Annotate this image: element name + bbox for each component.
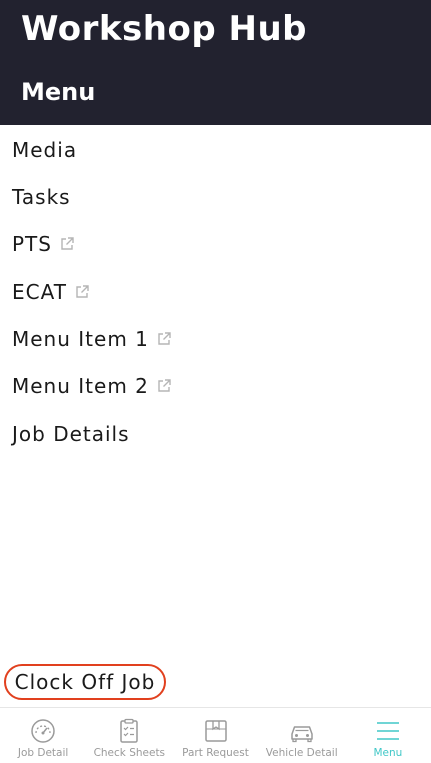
menu-item-label: Tasks <box>12 185 71 209</box>
menu-item-label: Menu Item 2 <box>12 374 149 398</box>
tab-label: Part Request <box>182 747 249 759</box>
external-link-icon <box>61 237 74 250</box>
external-link-icon <box>158 379 171 392</box>
menu-item-job-details[interactable]: Job Details <box>12 417 130 451</box>
tab-label: Check Sheets <box>93 747 166 759</box>
menu-item-tasks[interactable]: Tasks <box>12 180 71 214</box>
tab-label: Vehicle Detail <box>265 747 338 759</box>
menu-item-label: Menu Item 1 <box>12 327 149 351</box>
clipboard-check-icon <box>120 718 139 743</box>
tab-label: Job Detail <box>17 747 69 759</box>
external-link-icon <box>158 332 171 345</box>
tab-label: Menu <box>373 747 403 759</box>
tab-menu[interactable]: Menu <box>345 708 431 763</box>
tab-vehicle-detail[interactable]: Vehicle Detail <box>259 708 345 763</box>
menu-item-pts[interactable]: PTS <box>12 227 75 261</box>
car-icon <box>290 726 313 743</box>
menu-item-ecat[interactable]: ECAT <box>12 275 90 309</box>
menu-item-media[interactable]: Media <box>12 133 77 167</box>
app-header: Workshop Hub Menu <box>0 0 431 125</box>
tab-job-detail[interactable]: Job Detail <box>0 708 86 763</box>
menu-item-label: Job Details <box>12 422 130 446</box>
external-link-icon <box>76 285 89 298</box>
menu-item-2[interactable]: Menu Item 2 <box>12 369 172 403</box>
box-icon <box>204 720 227 742</box>
page-title: Menu <box>21 78 96 106</box>
hamburger-menu-icon <box>376 722 399 740</box>
tab-check-sheets[interactable]: Check Sheets <box>86 708 172 763</box>
app-title: Workshop Hub <box>21 9 308 49</box>
menu-item-1[interactable]: Menu Item 1 <box>12 322 172 356</box>
menu-item-label: ECAT <box>12 280 67 304</box>
bottom-tab-bar: Job Detail Check Sheets Part Request Veh… <box>0 707 431 763</box>
menu-item-label: PTS <box>12 232 52 256</box>
gauge-icon <box>31 719 55 743</box>
tab-part-request[interactable]: Part Request <box>172 708 258 763</box>
menu-item-label: Media <box>12 138 78 162</box>
clock-off-job-button[interactable]: Clock Off Job <box>4 664 166 700</box>
